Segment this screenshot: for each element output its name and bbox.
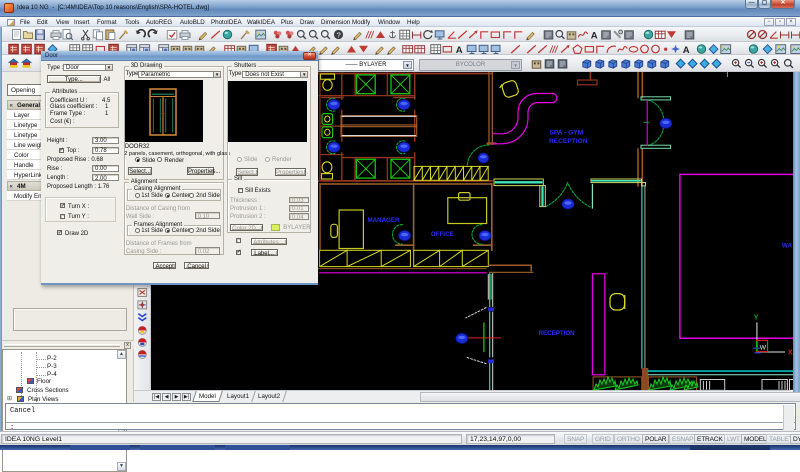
svg-text:MANAGER: MANAGER xyxy=(368,217,400,224)
svg-text:RECEPTION: RECEPTION xyxy=(549,138,588,145)
svg-text:W: W xyxy=(760,345,767,352)
svg-text:WA: WA xyxy=(782,243,792,250)
svg-text:Y: Y xyxy=(754,315,759,322)
svg-text:SPA - GYM: SPA - GYM xyxy=(550,130,584,137)
svg-text:OFFICE: OFFICE xyxy=(431,231,454,238)
svg-text:RECEPTION: RECEPTION xyxy=(539,330,576,337)
